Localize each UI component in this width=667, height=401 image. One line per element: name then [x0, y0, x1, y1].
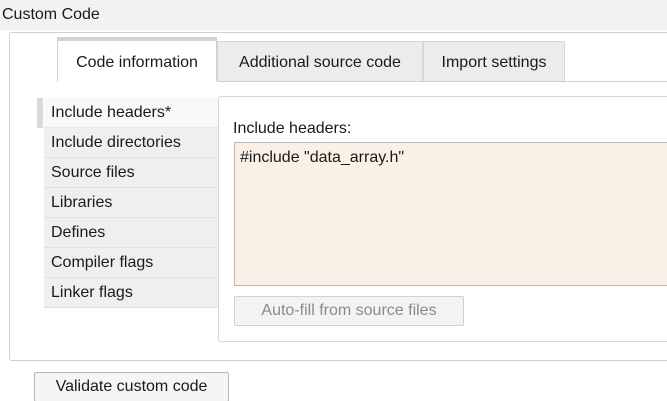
tab-label: Additional source code [239, 54, 401, 71]
sidebar-item-label: Linker flags [51, 284, 133, 301]
sidebar-item-include-headers[interactable]: Include headers* [44, 98, 218, 128]
tab-label: Code information [76, 54, 198, 71]
sidebar-item-defines[interactable]: Defines [44, 218, 218, 248]
tab-label: Import settings [441, 54, 547, 71]
tab-additional-source-code[interactable]: Additional source code [217, 41, 423, 81]
tab-divider [218, 81, 667, 82]
sidebar-item-label: Defines [51, 224, 106, 241]
custom-code-page: Custom Code Code information Additional … [0, 0, 667, 401]
sidebar-item-linker-flags[interactable]: Linker flags [44, 278, 218, 308]
sidebar-item-label: Include headers* [51, 104, 172, 121]
sidebar-item-label: Compiler flags [51, 254, 154, 271]
sidebar-item-libraries[interactable]: Libraries [44, 188, 218, 218]
sidebar-item-label: Include directories [51, 134, 181, 151]
include-headers-editor[interactable]: #include "data_array.h" [234, 142, 667, 286]
sidebar-item-label: Libraries [51, 194, 113, 211]
sidebar-item-include-directories[interactable]: Include directories [44, 128, 218, 158]
validate-custom-code-button[interactable]: Validate custom code [34, 372, 229, 401]
section-title: Custom Code [2, 6, 100, 23]
sidebar-item-label: Source files [51, 164, 135, 181]
sidebar-item-compiler-flags[interactable]: Compiler flags [44, 248, 218, 278]
tab-import-settings[interactable]: Import settings [423, 41, 565, 81]
section-header: Custom Code [0, 0, 667, 30]
include-headers-label: Include headers: [233, 120, 352, 137]
auto-fill-button[interactable]: Auto-fill from source files [234, 296, 464, 326]
sidebar-item-source-files[interactable]: Source files [44, 158, 218, 188]
selected-item-indicator [37, 98, 43, 128]
tab-code-information[interactable]: Code information [57, 37, 217, 82]
